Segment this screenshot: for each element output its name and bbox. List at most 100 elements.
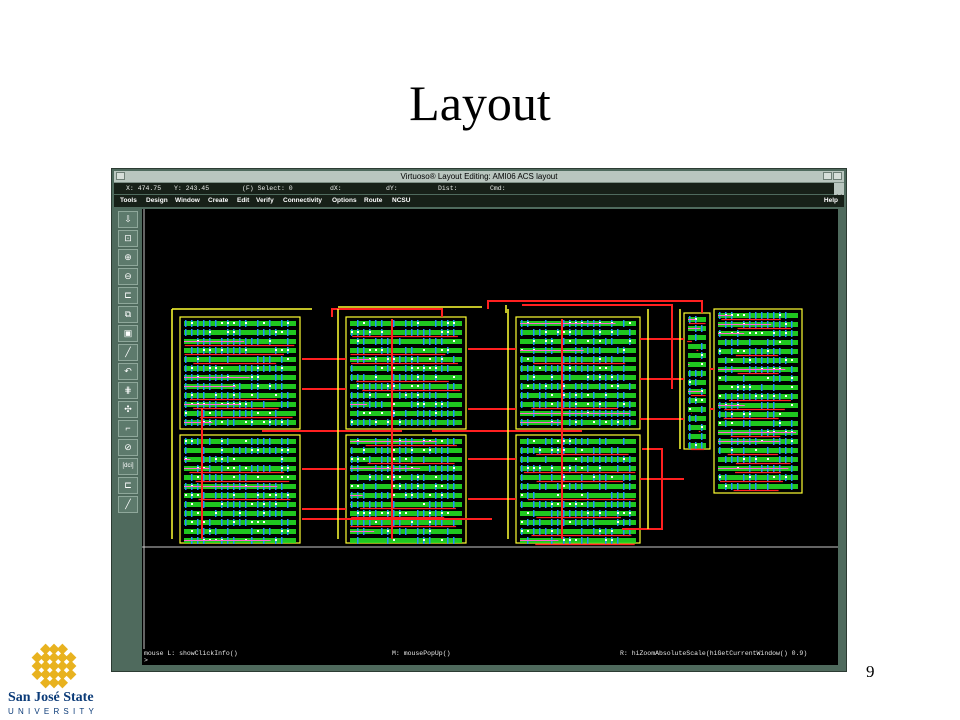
menu-ncsu[interactable]: NCSU [392, 195, 410, 207]
contact [593, 421, 595, 423]
minimize-button[interactable] [823, 172, 832, 180]
metal1-segment [275, 365, 277, 372]
metal1-segment [689, 370, 691, 377]
metal1-segment [557, 519, 559, 526]
contact [441, 440, 443, 442]
undo-icon[interactable]: ↶ [118, 363, 138, 380]
metal1-segment [239, 347, 241, 354]
layout-canvas[interactable] [142, 209, 838, 649]
contact [447, 512, 449, 514]
active-row [520, 502, 636, 507]
menu-connectivity[interactable]: Connectivity [283, 195, 322, 207]
contact [351, 331, 353, 333]
metal1-segment [435, 356, 437, 363]
zoom-out-icon[interactable]: ⊖ [118, 268, 138, 285]
metal1-segment [731, 483, 733, 490]
metal1-segment [429, 465, 431, 472]
metal1-segment [599, 474, 601, 481]
metal1-segment [275, 510, 277, 517]
menu-design[interactable]: Design [146, 195, 168, 207]
contact [785, 332, 787, 334]
ruler-icon[interactable]: ╱ [118, 344, 138, 361]
contact [779, 314, 781, 316]
metal1-segment [399, 528, 401, 535]
wire-icon[interactable]: ⌐ [118, 420, 138, 437]
property-icon[interactable]: ✣ [118, 401, 138, 418]
metal1-segment [623, 474, 625, 481]
window-titlebar[interactable]: Virtuoso® Layout Editing: AMI06 ACS layo… [114, 171, 844, 183]
metal1-segment [447, 365, 449, 372]
contact [423, 349, 425, 351]
contact [393, 458, 395, 460]
window-menu-button[interactable] [116, 172, 125, 180]
metal1-segment [791, 483, 793, 490]
metal1-segment [581, 474, 583, 481]
label-icon[interactable]: ⊏ [118, 477, 138, 494]
contact [611, 476, 613, 478]
metal1-segment [453, 410, 455, 417]
metal1-segment [581, 329, 583, 336]
save-icon[interactable]: ⇩ [118, 211, 138, 228]
metal1-segment [269, 329, 271, 336]
menu-window[interactable]: Window [175, 195, 200, 207]
active-row [350, 475, 462, 480]
contact [551, 376, 553, 378]
metal1-segment [251, 465, 253, 472]
metal1-segment [749, 420, 751, 427]
move-icon[interactable]: ▣ [118, 325, 138, 342]
metal1-segment [521, 483, 523, 490]
menu-edit[interactable]: Edit [237, 195, 249, 207]
metal1-segment [623, 374, 625, 381]
metal1-segment [551, 365, 553, 372]
contact [281, 467, 283, 469]
contact [215, 394, 217, 396]
active-row [184, 439, 296, 444]
delete-icon[interactable]: ⊘ [118, 439, 138, 456]
metal1-segment [725, 456, 727, 463]
metal1-segment [435, 447, 437, 454]
zoom-fit-icon[interactable]: ⊡ [118, 230, 138, 247]
metal1-segment [245, 492, 247, 499]
command-line[interactable]: mouse L: showClickInfo() M: mousePopUp()… [142, 649, 838, 665]
stretch-icon[interactable]: ⊏ [118, 287, 138, 304]
metal1-segment [185, 447, 187, 454]
pen-icon[interactable]: ╱ [118, 496, 138, 513]
metal1-segment [239, 410, 241, 417]
metal1-segment [779, 357, 781, 364]
metal1-segment [281, 492, 283, 499]
metal1-segment [557, 528, 559, 535]
zoom-in-icon[interactable]: ⊕ [118, 249, 138, 266]
metal1-segment [227, 519, 229, 526]
menu-tools[interactable]: Tools [120, 195, 137, 207]
contact [743, 458, 745, 460]
menu-help[interactable]: Help [824, 195, 838, 207]
maximize-button[interactable] [833, 172, 842, 180]
metal1-segment [417, 537, 419, 544]
menu-verify[interactable]: Verify [256, 195, 274, 207]
metal1-segment [351, 365, 353, 372]
metal1-segment [405, 528, 407, 535]
instance-icon[interactable]: [dci] [118, 458, 138, 475]
metal1-segment [417, 492, 419, 499]
metal1-segment [575, 447, 577, 454]
contact [587, 376, 589, 378]
menu-options[interactable]: Options [332, 195, 357, 207]
path-icon[interactable]: ⋕ [118, 382, 138, 399]
contact [245, 440, 247, 442]
contact [275, 503, 277, 505]
metal1-segment [209, 320, 211, 327]
menu-route[interactable]: Route [364, 195, 382, 207]
metal1-segment [539, 401, 541, 408]
active-row [520, 529, 636, 534]
command-prompt[interactable]: > [144, 657, 148, 664]
metal1-segment [767, 357, 769, 364]
copy-icon[interactable]: ⧉ [118, 306, 138, 323]
contact [731, 449, 733, 451]
contact [575, 503, 577, 505]
menu-create[interactable]: Create [208, 195, 228, 207]
contact [779, 422, 781, 424]
metal1-segment [521, 474, 523, 481]
metal1-segment [447, 483, 449, 490]
metal1-segment [521, 329, 523, 336]
metal1-segment [239, 365, 241, 372]
